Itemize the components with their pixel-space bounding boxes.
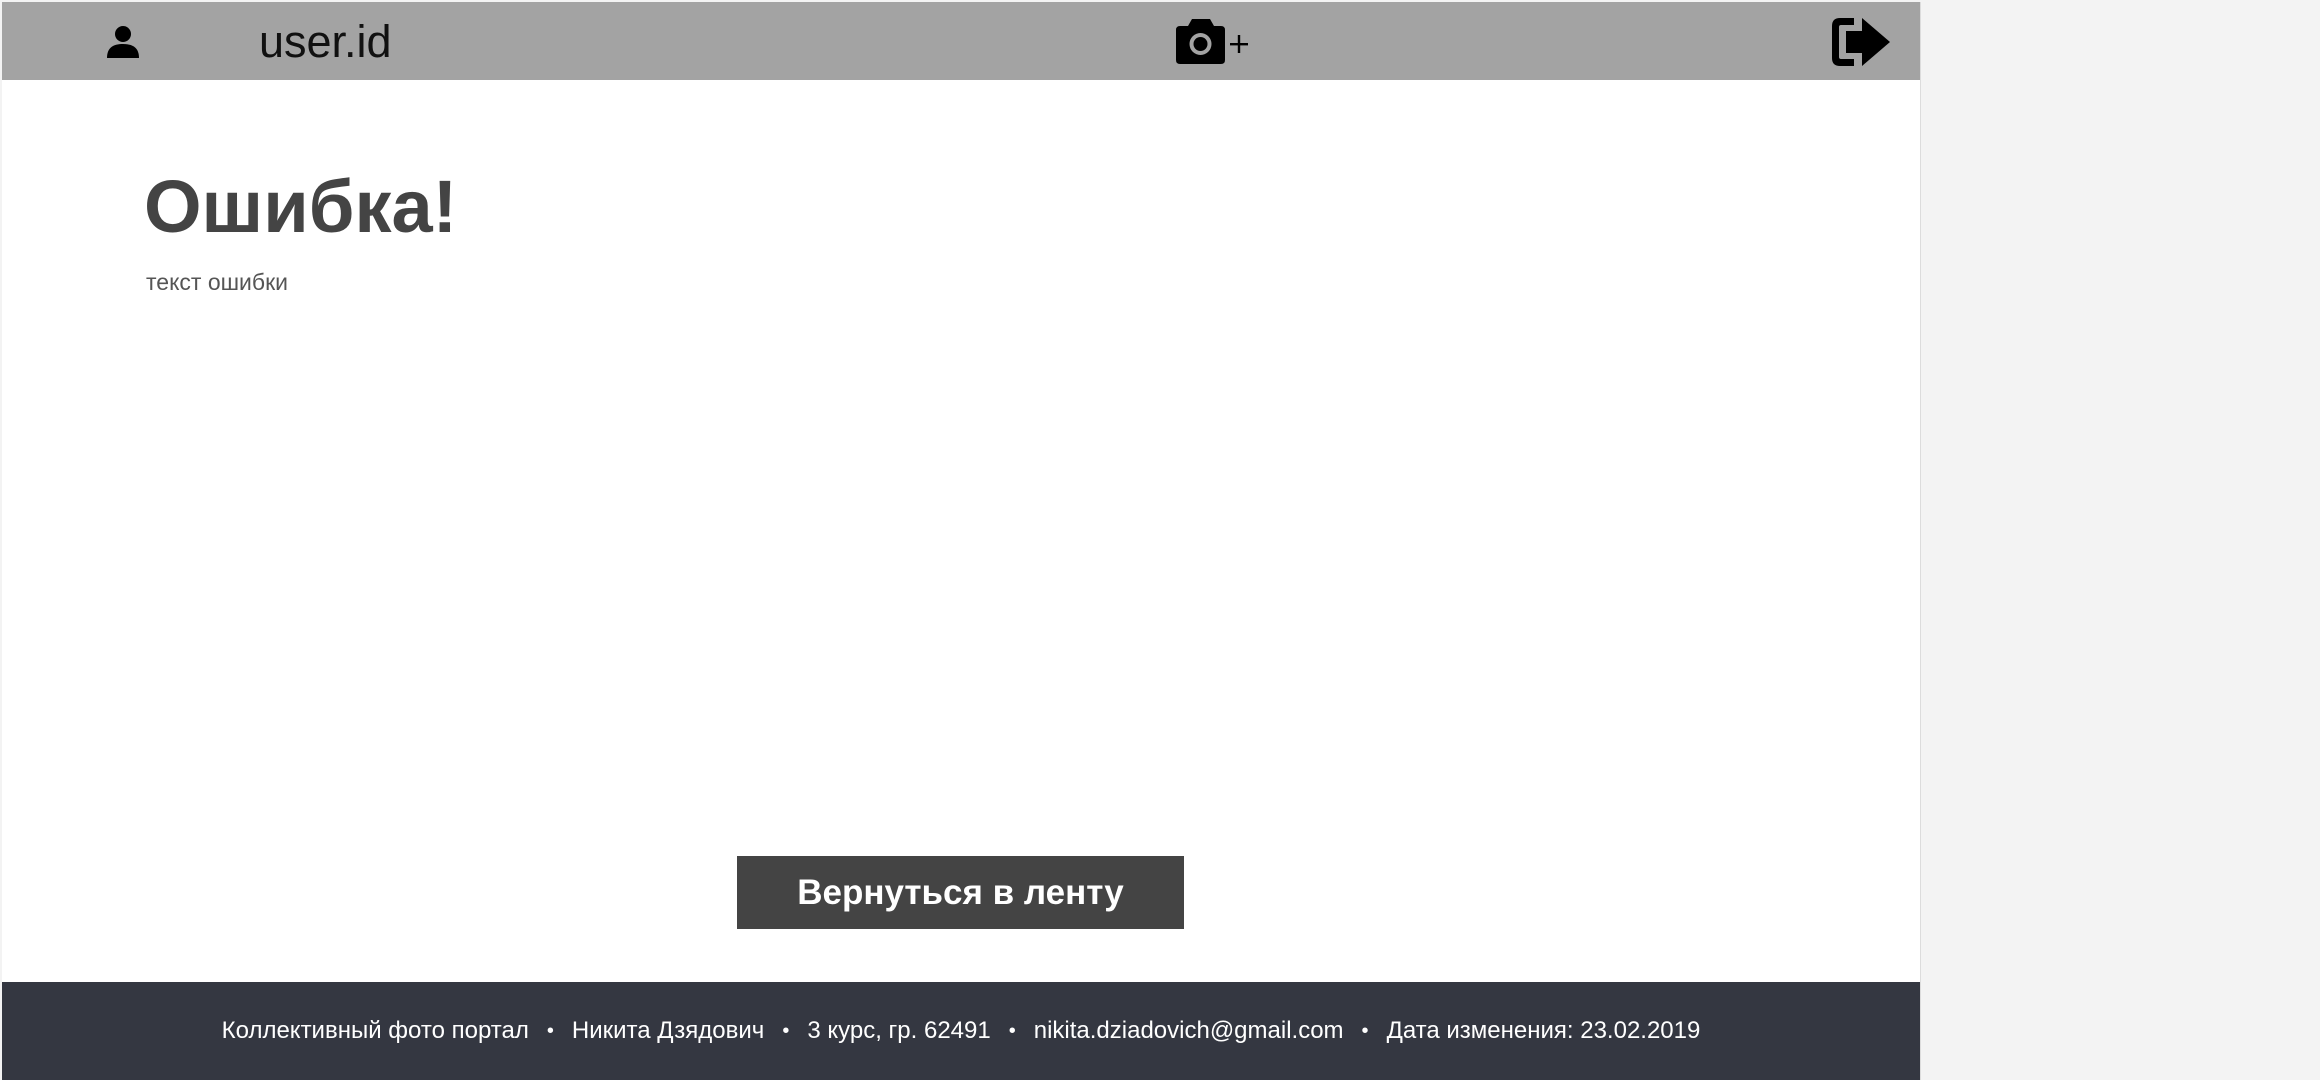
- footer-portal-name: Коллективный фото портал: [221, 1017, 529, 1044]
- footer-group: 3 курс, гр. 62491: [807, 1017, 991, 1044]
- error-title: Ошибка!: [144, 165, 458, 248]
- camera-plus-icon[interactable]: [1172, 16, 1250, 66]
- back-to-feed-button[interactable]: Вернуться в ленту: [737, 856, 1184, 929]
- footer-separator: •: [1008, 1019, 1016, 1042]
- error-text: текст ошибки: [146, 269, 288, 295]
- logout-icon[interactable]: [1828, 16, 1892, 68]
- footer-author: Никита Дзядович: [571, 1017, 765, 1044]
- page: user.id Ошибка! текст ошибки Вернуться в…: [2, 2, 1920, 1080]
- footer-date: Дата изменения: 23.02.2019: [1386, 1017, 1701, 1044]
- top-bar: user.id: [2, 2, 1920, 80]
- footer: Коллективный фото портал • Никита Дзядов…: [2, 982, 1920, 1080]
- footer-separator: •: [782, 1019, 790, 1042]
- username[interactable]: user.id: [259, 14, 392, 70]
- footer-separator: •: [546, 1019, 554, 1042]
- footer-separator: •: [1361, 1019, 1369, 1042]
- user-icon[interactable]: [106, 25, 140, 59]
- footer-email[interactable]: nikita.dziadovich@gmail.com: [1034, 1017, 1344, 1045]
